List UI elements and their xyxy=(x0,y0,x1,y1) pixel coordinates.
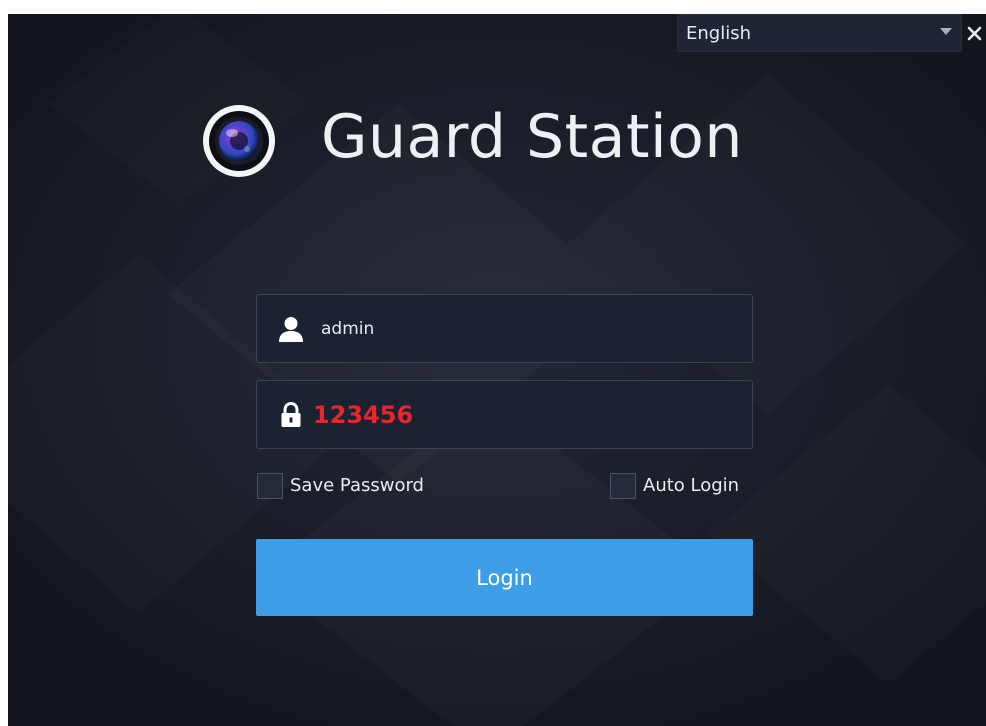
chevron-down-icon xyxy=(940,28,952,35)
login-button[interactable]: Login xyxy=(256,539,753,616)
password-field[interactable] xyxy=(256,380,753,449)
language-select-value: English xyxy=(686,23,751,44)
auto-login-label: Auto Login xyxy=(643,475,740,496)
save-password-checkbox[interactable]: Save Password xyxy=(257,471,447,501)
user-icon xyxy=(279,317,303,342)
save-password-box[interactable] xyxy=(257,473,283,499)
close-icon xyxy=(967,26,982,41)
auto-login-checkbox[interactable]: Auto Login xyxy=(610,471,755,501)
save-password-label: Save Password xyxy=(290,475,424,496)
login-window: English Guard Station admin 123456 Save … xyxy=(8,14,986,726)
auto-login-box[interactable] xyxy=(610,473,636,499)
lock-icon xyxy=(281,401,301,427)
username-field[interactable] xyxy=(256,294,753,363)
language-select[interactable]: English xyxy=(677,14,962,52)
app-title: Guard Station xyxy=(321,102,743,172)
camera-lens-logo-icon xyxy=(203,105,275,177)
username-input[interactable] xyxy=(321,309,731,349)
close-button[interactable] xyxy=(963,14,986,52)
password-input[interactable] xyxy=(313,395,723,435)
